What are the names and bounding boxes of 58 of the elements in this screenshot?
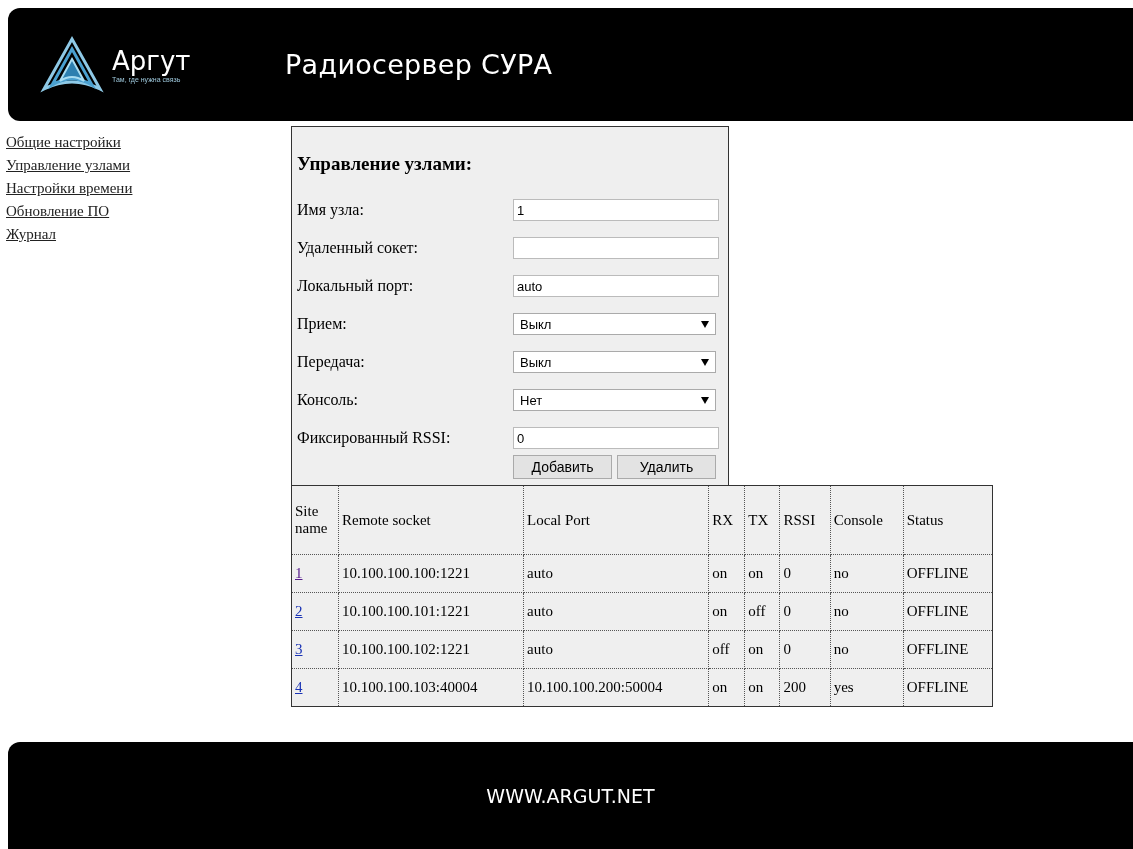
sidebar-link[interactable]: Журнал — [6, 223, 56, 246]
table-cell: 0 — [779, 592, 831, 631]
column-header: Local Port — [523, 485, 709, 555]
column-header: TX — [744, 485, 780, 555]
table-cell: no — [830, 592, 904, 631]
table-cell: 10.100.100.102:1221 — [338, 630, 524, 669]
form-title: Управление узлами: — [297, 153, 474, 175]
column-header: RSSI — [779, 485, 831, 555]
select-field[interactable]: Выкл — [513, 313, 716, 335]
sidebar-link[interactable]: Общие настройки — [6, 131, 121, 154]
field-label: Фиксированный RSSI: — [297, 429, 452, 447]
page-title: Радиосервер СУРА — [285, 49, 553, 80]
column-header: Remote socket — [338, 485, 524, 555]
sidebar-link[interactable]: Настройки времени — [6, 177, 133, 200]
table-cell: 10.100.100.101:1221 — [338, 592, 524, 631]
logo-icon — [40, 34, 104, 95]
footer-link[interactable]: WWW.ARGUT.NET — [486, 784, 655, 807]
logo-name: Аргут — [112, 46, 191, 76]
dropdown-arrow-icon — [701, 396, 709, 404]
site-link[interactable]: 2 — [295, 603, 303, 619]
column-header: Site name — [291, 485, 339, 555]
dropdown-arrow-icon — [701, 320, 709, 328]
select-field[interactable]: Выкл — [513, 351, 716, 373]
input-field[interactable]: 1 — [513, 199, 719, 221]
table-cell: on — [744, 630, 780, 669]
sidebar-link[interactable]: Обновление ПО — [6, 200, 110, 223]
input-field[interactable] — [513, 237, 719, 259]
table-cell: off — [708, 630, 745, 669]
table-cell: no — [830, 630, 904, 669]
site-link[interactable]: 1 — [295, 565, 303, 581]
table-cell: auto — [523, 592, 709, 631]
select-field[interactable]: Нет — [513, 389, 716, 411]
column-header: RX — [708, 485, 745, 555]
table-cell: on — [708, 592, 745, 631]
field-label: Прием: — [297, 315, 348, 333]
table-cell: auto — [523, 554, 709, 593]
table-cell: auto — [523, 630, 709, 669]
input-field[interactable]: auto — [513, 275, 719, 297]
field-label: Удаленный сокет: — [297, 239, 419, 257]
field-label: Локальный порт: — [297, 277, 415, 295]
table-cell: no — [830, 554, 904, 593]
field-label: Передача: — [297, 353, 366, 371]
site-link[interactable]: 4 — [295, 679, 303, 695]
column-header: Console — [830, 485, 904, 555]
table-cell: on — [744, 554, 780, 593]
sidebar-link[interactable]: Управление узлами — [6, 154, 131, 177]
form-button[interactable]: Удалить — [617, 455, 716, 479]
table-cell: on — [708, 554, 745, 593]
input-field[interactable]: 0 — [513, 427, 719, 449]
table-cell: off — [744, 592, 780, 631]
dropdown-arrow-icon — [701, 358, 709, 366]
table-cell: 10.100.100.100:1221 — [338, 554, 524, 593]
form-button[interactable]: Добавить — [513, 455, 612, 479]
field-label: Консоль: — [297, 391, 360, 409]
table-cell: 0 — [779, 554, 831, 593]
field-label: Имя узла: — [297, 201, 365, 219]
table-cell: 0 — [779, 630, 831, 669]
site-link[interactable]: 3 — [295, 641, 303, 657]
